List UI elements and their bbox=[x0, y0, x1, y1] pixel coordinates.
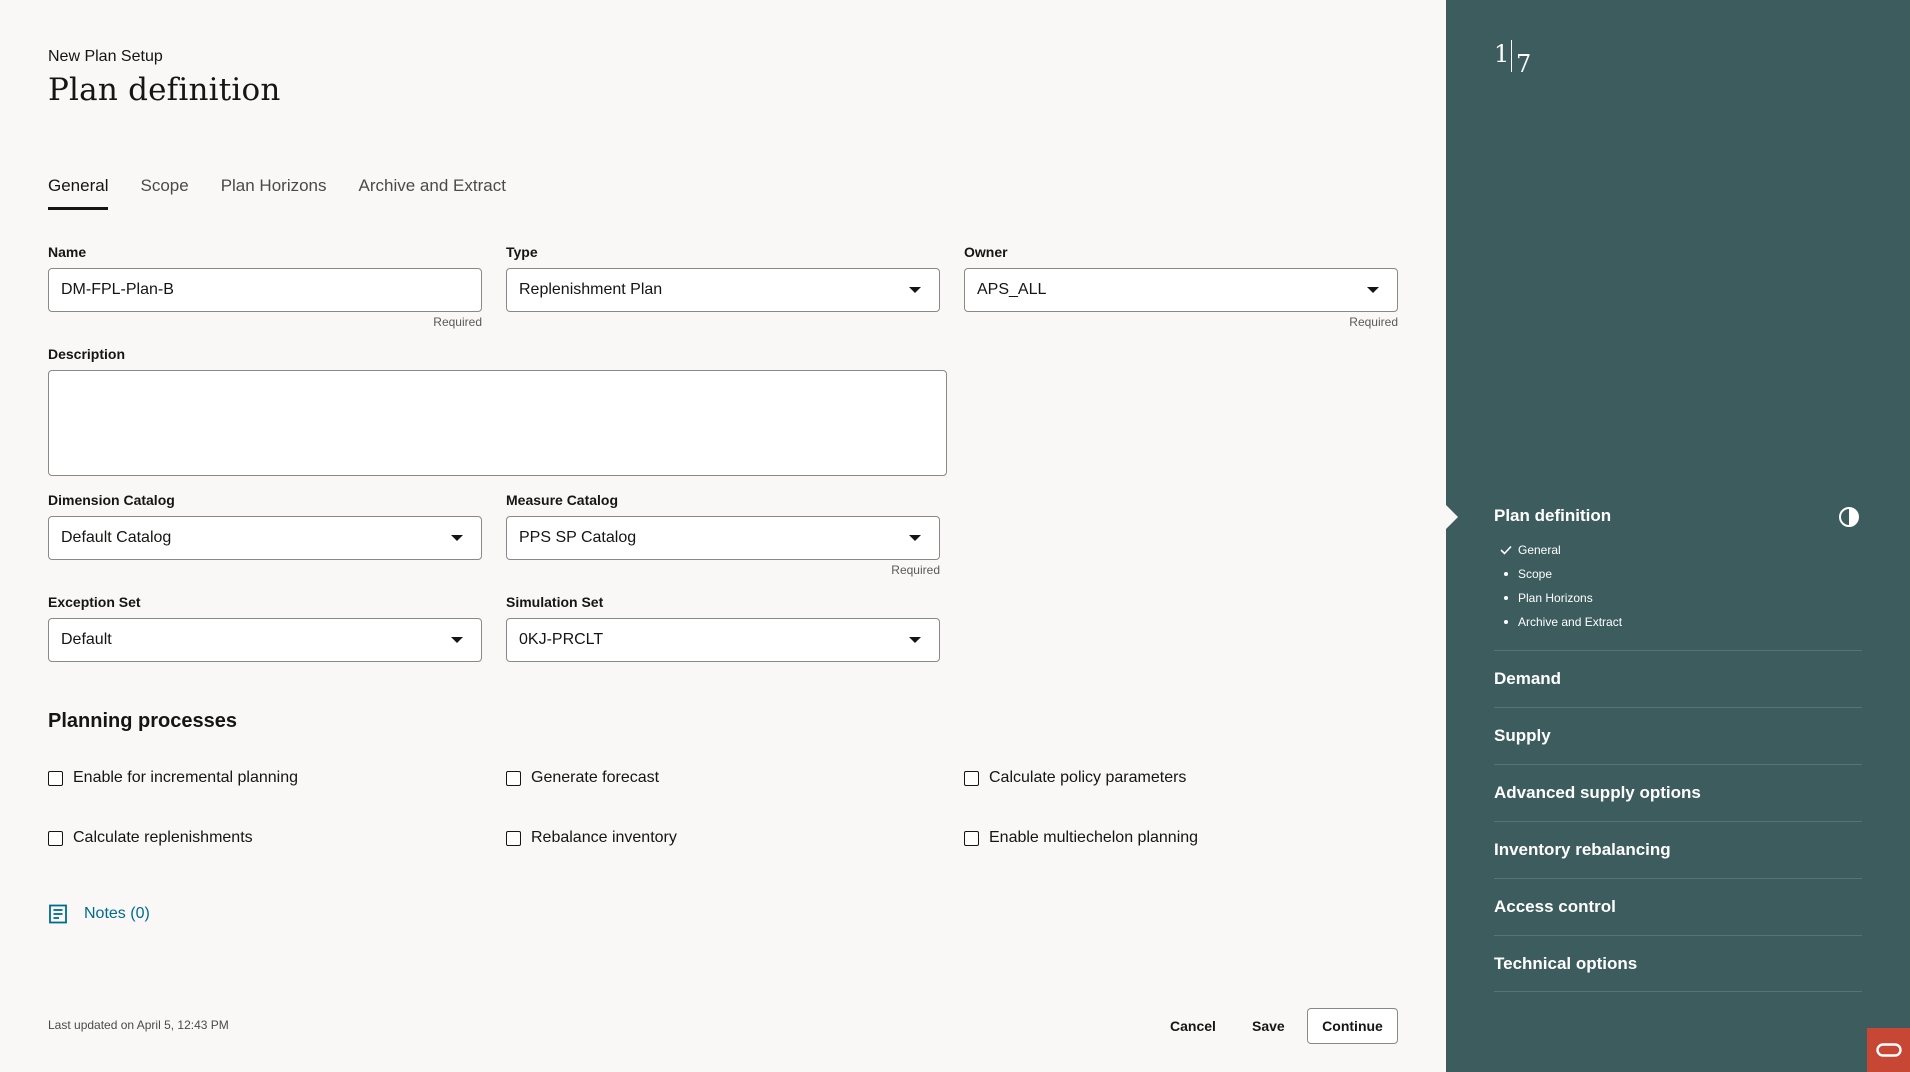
owner-required-hint: Required bbox=[1349, 315, 1398, 329]
tab-plan-horizons[interactable]: Plan Horizons bbox=[221, 172, 327, 210]
tab-bar: General Scope Plan Horizons Archive and … bbox=[48, 172, 538, 210]
planning-processes-heading: Planning processes bbox=[48, 710, 237, 732]
checkbox-label: Generate forecast bbox=[531, 769, 660, 786]
substep-archive-and-extract[interactable]: Archive and Extract bbox=[1494, 610, 1622, 634]
checkbox-box bbox=[48, 830, 63, 846]
chevron-down-icon bbox=[451, 535, 463, 541]
step-access-control[interactable]: Access control bbox=[1494, 878, 1862, 935]
simulation-set-select[interactable]: 0KJ-PRCLT bbox=[506, 618, 940, 662]
bullet-icon bbox=[1494, 572, 1518, 576]
step-demand[interactable]: Demand bbox=[1494, 650, 1862, 707]
exception-set-value: Default bbox=[61, 631, 112, 648]
step-technical-options[interactable]: Technical options bbox=[1494, 935, 1862, 992]
checkbox-calculate-replenishments[interactable]: Calculate replenishments bbox=[48, 829, 253, 847]
measure-catalog-select[interactable]: PPS SP Catalog bbox=[506, 516, 940, 560]
substep-general[interactable]: General bbox=[1494, 538, 1622, 562]
page-subtitle: New Plan Setup bbox=[48, 48, 163, 65]
chevron-down-icon bbox=[909, 637, 921, 643]
owner-label: Owner bbox=[964, 244, 1008, 260]
checkbox-box bbox=[964, 770, 979, 786]
type-value: Replenishment Plan bbox=[519, 281, 663, 298]
exception-set-label: Exception Set bbox=[48, 594, 141, 610]
step-advanced-supply-options[interactable]: Advanced supply options bbox=[1494, 764, 1862, 821]
substep-label: Scope bbox=[1518, 567, 1553, 581]
type-select[interactable]: Replenishment Plan bbox=[506, 268, 940, 312]
dimension-catalog-value: Default Catalog bbox=[61, 529, 172, 546]
checkbox-label: Enable for incremental planning bbox=[73, 769, 299, 786]
chevron-down-icon bbox=[909, 287, 921, 293]
bullet-icon bbox=[1494, 596, 1518, 600]
cancel-button[interactable]: Cancel bbox=[1170, 1008, 1216, 1044]
step-current: 1 bbox=[1494, 40, 1510, 68]
step-inventory-rebalancing[interactable]: Inventory rebalancing bbox=[1494, 821, 1862, 878]
checkbox-generate-forecast[interactable]: Generate forecast bbox=[506, 769, 659, 787]
type-label: Type bbox=[506, 244, 538, 260]
measure-catalog-label: Measure Catalog bbox=[506, 492, 619, 508]
contrast-icon[interactable] bbox=[1838, 506, 1860, 533]
checkbox-incremental-planning[interactable]: Enable for incremental planning bbox=[48, 769, 298, 787]
checkbox-policy-parameters[interactable]: Calculate policy parameters bbox=[964, 769, 1186, 787]
page-title: Plan definition bbox=[48, 72, 281, 108]
tab-archive-and-extract[interactable]: Archive and Extract bbox=[359, 172, 506, 210]
main-content: New Plan Setup Plan definition General S… bbox=[0, 0, 1446, 1072]
last-updated-text: Last updated on April 5, 12:43 PM bbox=[48, 1018, 229, 1032]
progress-panel: 1 7 Plan definition General Scope Plan H… bbox=[1446, 0, 1910, 1072]
name-required-hint: Required bbox=[433, 315, 482, 329]
measure-catalog-value: PPS SP Catalog bbox=[519, 529, 637, 546]
simulation-set-label: Simulation Set bbox=[506, 594, 604, 610]
chevron-down-icon bbox=[909, 535, 921, 541]
dimension-catalog-label: Dimension Catalog bbox=[48, 492, 175, 508]
notes-icon bbox=[49, 904, 67, 924]
notes-label: Notes (0) bbox=[84, 905, 150, 922]
tab-scope[interactable]: Scope bbox=[140, 172, 188, 210]
name-value: DM-FPL-Plan-B bbox=[61, 281, 174, 298]
oracle-logo-icon[interactable] bbox=[1867, 1028, 1910, 1072]
simulation-set-value: 0KJ-PRCLT bbox=[519, 631, 604, 648]
description-textarea[interactable] bbox=[48, 370, 947, 476]
current-step-title[interactable]: Plan definition bbox=[1494, 506, 1611, 526]
continue-button[interactable]: Continue bbox=[1307, 1008, 1398, 1044]
chevron-down-icon bbox=[451, 637, 463, 643]
substep-list: General Scope Plan Horizons Archive and … bbox=[1494, 538, 1622, 634]
substep-label: General bbox=[1518, 543, 1561, 557]
checkbox-multiechelon-planning[interactable]: Enable multiechelon planning bbox=[964, 829, 1198, 847]
checkbox-label: Enable multiechelon planning bbox=[989, 829, 1199, 846]
checkbox-label: Rebalance inventory bbox=[531, 829, 677, 846]
description-label: Description bbox=[48, 346, 126, 362]
bullet-icon bbox=[1494, 620, 1518, 624]
step-counter-divider bbox=[1511, 40, 1512, 72]
checkbox-rebalance-inventory[interactable]: Rebalance inventory bbox=[506, 829, 677, 847]
step-supply[interactable]: Supply bbox=[1494, 707, 1862, 764]
exception-set-select[interactable]: Default bbox=[48, 618, 482, 662]
checkbox-label: Calculate policy parameters bbox=[989, 769, 1187, 786]
owner-select[interactable]: APS_ALL bbox=[964, 268, 1398, 312]
checkbox-box bbox=[48, 770, 63, 786]
save-button[interactable]: Save bbox=[1252, 1008, 1285, 1044]
substep-scope[interactable]: Scope bbox=[1494, 562, 1622, 586]
current-step-pointer bbox=[1446, 505, 1458, 529]
owner-value: APS_ALL bbox=[977, 281, 1047, 298]
tab-general[interactable]: General bbox=[48, 172, 109, 210]
dimension-catalog-select[interactable]: Default Catalog bbox=[48, 516, 482, 560]
name-label: Name bbox=[48, 244, 87, 260]
notes-link[interactable]: Notes (0) bbox=[48, 904, 150, 924]
name-field[interactable]: DM-FPL-Plan-B bbox=[48, 268, 482, 312]
checkbox-box bbox=[506, 830, 521, 846]
substep-plan-horizons[interactable]: Plan Horizons bbox=[1494, 586, 1622, 610]
step-total: 7 bbox=[1516, 50, 1532, 78]
substep-label: Plan Horizons bbox=[1518, 591, 1593, 605]
checkbox-box bbox=[964, 830, 979, 846]
checkbox-label: Calculate replenishments bbox=[73, 829, 253, 846]
measure-catalog-required-hint: Required bbox=[891, 563, 940, 577]
chevron-down-icon bbox=[1367, 287, 1379, 293]
checkbox-box bbox=[506, 770, 521, 786]
check-icon bbox=[1494, 545, 1518, 555]
substep-label: Archive and Extract bbox=[1518, 615, 1623, 629]
